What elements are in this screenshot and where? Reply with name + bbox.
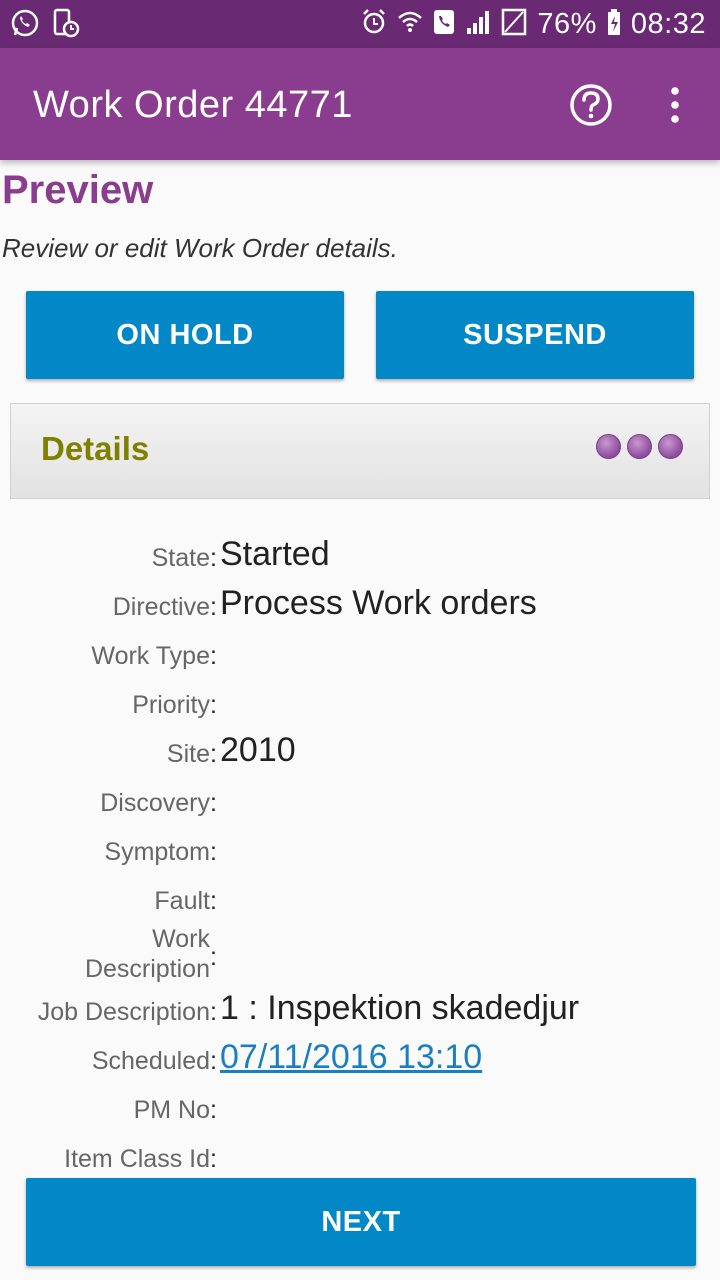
on-hold-button[interactable]: ON HOLD	[26, 291, 344, 379]
field-colon: :	[210, 998, 217, 1026]
field-row-discovery: Discovery :	[0, 773, 720, 822]
field-row-fault: Fault :	[0, 871, 720, 920]
page-subtitle: Review or edit Work Order details.	[2, 233, 398, 263]
field-colon: :	[210, 691, 217, 719]
suspend-button[interactable]: SUSPEND	[376, 291, 694, 379]
field-label: Symptom	[104, 838, 210, 866]
field-row-work-description: Work Description :	[0, 920, 720, 982]
battery-percent: 76%	[537, 7, 597, 40]
field-colon: :	[210, 544, 217, 572]
field-row-symptom: Symptom :	[0, 822, 720, 871]
alarm-icon	[361, 8, 387, 41]
signal-icon	[465, 8, 491, 41]
field-colon: :	[210, 1047, 217, 1075]
field-label: Job Description	[37, 998, 210, 1026]
details-fields: State : Started Directive : Process Work…	[0, 520, 720, 1168]
field-colon: :	[210, 1145, 217, 1168]
field-label: Work Description	[84, 925, 210, 982]
field-value: Process Work orders	[220, 584, 537, 622]
field-row-item-class-id: Item Class Id :	[0, 1136, 720, 1168]
scheduled-date-link[interactable]: 07/11/2016 13:10	[220, 1037, 482, 1077]
clock: 08:32	[630, 7, 706, 40]
details-panel-header[interactable]: Details	[10, 403, 710, 499]
help-circle-icon	[570, 84, 612, 126]
field-colon: :	[210, 887, 217, 915]
field-label: Site	[166, 740, 210, 768]
field-value: 2010	[220, 731, 296, 769]
field-label: Scheduled	[91, 1047, 210, 1075]
dot	[658, 434, 683, 459]
field-row-state: State : Started	[0, 528, 720, 577]
field-label: Directive	[112, 593, 210, 621]
field-label: Item Class Id	[64, 1145, 210, 1168]
field-row-pm-no: PM No :	[0, 1087, 720, 1136]
app-bar-title: Work Order 44771	[33, 84, 353, 126]
field-row-priority: Priority :	[0, 675, 720, 724]
field-colon: :	[210, 943, 217, 971]
field-colon: :	[210, 740, 217, 768]
help-button[interactable]	[568, 82, 614, 128]
phone-clock-icon	[52, 8, 80, 43]
field-label: PM No	[133, 1096, 210, 1124]
field-label: State	[151, 544, 210, 572]
field-row-work-type: Work Type :	[0, 626, 720, 675]
app-bar: Work Order 44771	[0, 48, 720, 160]
field-value: 1 : Inspektion skadedjur	[220, 989, 580, 1027]
field-row-scheduled: Scheduled : 07/11/2016 13:10	[0, 1038, 720, 1087]
dot	[627, 434, 652, 459]
no-sim-icon	[501, 8, 527, 41]
field-colon: :	[210, 642, 217, 670]
field-colon: :	[210, 593, 217, 621]
page-title: Preview	[2, 168, 154, 212]
field-value: Started	[220, 535, 330, 573]
field-label: Discovery	[100, 789, 210, 817]
status-bar: 76% 08:32	[0, 0, 720, 48]
field-row-job-description: Job Description : 1 : Inspektion skadedj…	[0, 989, 720, 1038]
field-colon: :	[210, 789, 217, 817]
field-label: Priority	[132, 691, 210, 719]
more-vert-icon	[671, 87, 679, 123]
field-colon: :	[210, 838, 217, 866]
field-label: Work Type	[91, 642, 210, 670]
whatsapp-icon	[10, 8, 40, 43]
field-row-site: Site : 2010	[0, 724, 720, 773]
next-button[interactable]: NEXT	[26, 1178, 696, 1266]
details-title: Details	[41, 430, 150, 467]
more-options-button[interactable]	[660, 82, 690, 128]
call-icon	[433, 8, 455, 41]
wifi-call-icon	[397, 8, 423, 41]
field-row-directive: Directive : Process Work orders	[0, 577, 720, 626]
field-label: Fault	[154, 887, 210, 915]
three-dots-icon[interactable]	[596, 434, 683, 459]
dot	[596, 434, 621, 459]
battery-charging-icon	[607, 8, 621, 41]
field-colon: :	[210, 1096, 217, 1124]
